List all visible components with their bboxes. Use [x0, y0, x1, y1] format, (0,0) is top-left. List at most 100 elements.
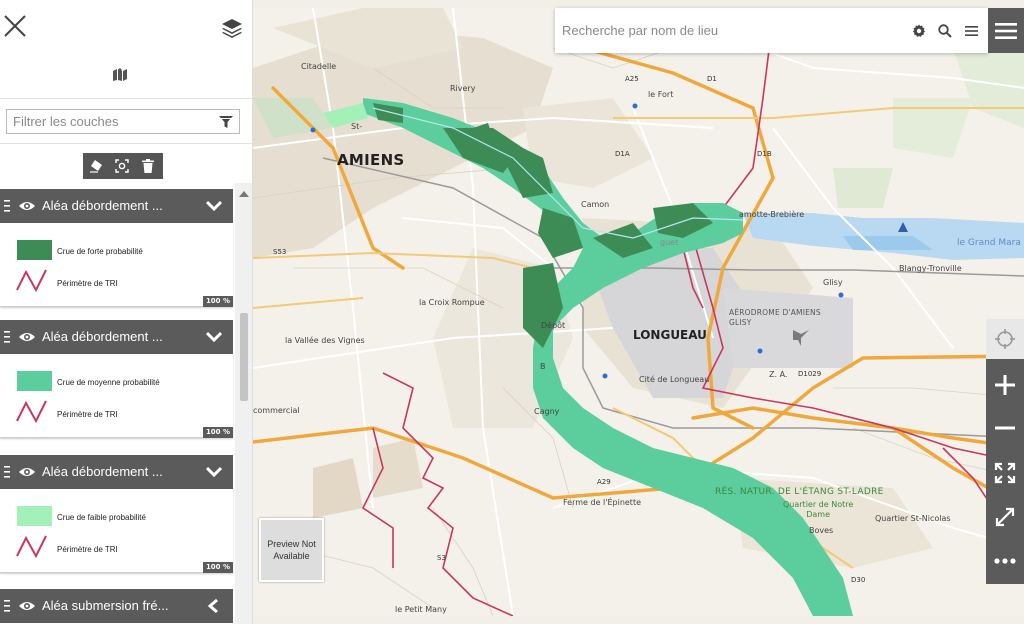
layer-actions	[83, 153, 163, 179]
legend-label: Crue de forte probabilité	[57, 247, 143, 256]
map-catalog-icon[interactable]	[113, 66, 127, 81]
label-boves: Boves	[809, 526, 834, 535]
road-label-d1b: D1B	[757, 150, 772, 158]
ellipsis-icon	[994, 558, 1016, 564]
label-le-fort: le Fort	[648, 90, 674, 99]
more-options-button[interactable]	[986, 541, 1024, 581]
legend-swatch-low	[17, 506, 52, 526]
close-icon	[4, 15, 26, 37]
opacity-badge[interactable]: 100 %	[202, 562, 233, 573]
eye-icon[interactable]	[18, 199, 36, 213]
road-label-d1a: D1A	[615, 150, 630, 158]
plus-icon	[995, 375, 1015, 395]
road-label-a25: A25	[625, 75, 639, 83]
zoom-out-button[interactable]	[986, 408, 1024, 448]
layers-icon[interactable]	[221, 17, 243, 39]
layer-list: Aléa débordement ... Crue de forte proba…	[0, 183, 235, 624]
expand-icon	[994, 462, 1016, 484]
delete-layers-button[interactable]	[135, 153, 161, 179]
legend-label: Crue de moyenne probabilité	[57, 378, 160, 387]
eraser-icon	[90, 160, 102, 173]
label-b: B	[540, 362, 546, 371]
zoom-extent-icon	[115, 159, 129, 173]
label-le-petit-many: le Petit Many	[395, 605, 447, 614]
label-quartier-notre-dame: Quartier de Notre Dame	[783, 500, 854, 519]
label-ferme-epinette: Ferme de l'Épinette	[563, 498, 641, 507]
layer-name: Aléa débordement ...	[42, 464, 163, 479]
layer-name: Aléa débordement ...	[42, 329, 163, 344]
map-toolbar	[986, 319, 1024, 584]
legend-label: Crue de faible probabilité	[57, 513, 146, 522]
label-glisy: Glisy	[823, 278, 843, 287]
search-input[interactable]	[555, 23, 906, 38]
chevron-left-icon[interactable]	[206, 599, 222, 613]
eye-icon[interactable]	[18, 465, 36, 479]
map-app: AMIENS LONGUEAU Citadelle Rivery le Fort…	[0, 0, 1024, 624]
zoom-to-layer-button[interactable]	[109, 153, 135, 179]
magnifier-icon[interactable]	[932, 18, 958, 44]
basemap-preview[interactable]: Preview Not Available	[259, 518, 324, 582]
label-depot: Dépôt	[541, 321, 566, 330]
layer-header[interactable]: Aléa submersion fré...	[0, 589, 233, 623]
label-citadelle: Citadelle	[301, 62, 337, 71]
label-amiens: AMIENS	[337, 151, 405, 169]
zoom-in-button[interactable]	[986, 365, 1024, 405]
clear-style-button[interactable]	[83, 153, 109, 179]
label-cite-de-longueau: Cité de Longueau	[639, 375, 710, 384]
gear-icon[interactable]	[906, 18, 932, 44]
chevron-down-icon[interactable]	[206, 330, 222, 344]
divider	[0, 143, 252, 144]
road-label-s3: S3	[437, 554, 446, 562]
scroll-up-arrow-icon[interactable]	[239, 191, 249, 197]
label-lamotte-brebiere: amotte-Brebière	[739, 210, 805, 219]
filter-layers-input[interactable]	[7, 114, 219, 129]
divider	[0, 98, 252, 99]
filter-icon[interactable]	[219, 115, 233, 129]
crosshair-icon	[995, 329, 1015, 349]
label-rivery: Rivery	[450, 84, 476, 93]
tri-perimeter-icon	[16, 535, 47, 558]
label-blangy-tronville: Blangy-Tronville	[899, 264, 962, 273]
label-reserve-naturelle: RÉS. NATUR. DE L'ÉTANG ST-LADRE	[715, 487, 884, 497]
label-vallee-des-vignes: la Vallée des Vignes	[285, 336, 365, 345]
drag-handle-icon[interactable]	[4, 466, 10, 478]
legend-label: Périmètre de TRI	[57, 279, 118, 288]
fullscreen-button[interactable]	[986, 453, 1024, 493]
eye-icon[interactable]	[18, 599, 36, 613]
layer-header[interactable]: Aléa débordement ...	[0, 455, 233, 489]
opacity-badge[interactable]: 100 %	[202, 427, 233, 438]
drag-handle-icon[interactable]	[4, 200, 10, 212]
label-za: Z. A.	[769, 370, 788, 379]
minus-icon	[995, 426, 1015, 430]
drag-handle-icon[interactable]	[4, 600, 10, 612]
layer-legend: Crue de forte probabilité Périmètre de T…	[0, 223, 233, 307]
road-label-d30: D30	[851, 576, 866, 584]
layer-list-scrollbar[interactable]	[235, 183, 252, 624]
eye-icon[interactable]	[18, 330, 36, 344]
hamburger-menu-button[interactable]	[988, 8, 1024, 53]
road-label-d1: D1	[707, 75, 717, 83]
opacity-badge[interactable]: 100 %	[202, 296, 233, 307]
layer-header[interactable]: Aléa débordement ...	[0, 189, 233, 223]
scrollbar-thumb[interactable]	[240, 313, 248, 401]
road-label-d1029: D1029	[798, 370, 822, 378]
chevron-down-icon[interactable]	[206, 199, 222, 213]
legend-swatch-medium	[17, 371, 52, 391]
tri-perimeter-icon	[16, 269, 47, 292]
chevron-down-icon[interactable]	[206, 465, 222, 479]
close-button[interactable]	[4, 15, 26, 37]
layer-header[interactable]: Aléa débordement ...	[0, 320, 233, 354]
layer-legend: Crue de moyenne probabilité Périmètre de…	[0, 354, 233, 438]
label-quartier-st-nicolas: Quartier St-Nicolas	[875, 514, 951, 523]
label-grand-marais: le Grand Mara	[957, 238, 1021, 248]
label-cagny: Cagny	[534, 407, 560, 416]
map-canvas[interactable]: AMIENS LONGUEAU Citadelle Rivery le Fort…	[253, 8, 1024, 616]
resize-button[interactable]	[986, 497, 1024, 537]
label-aerodrome: AÉRODROME D'AMIENS GLISY	[729, 308, 821, 327]
locate-button[interactable]	[986, 319, 1024, 359]
label-st-a: St-	[351, 122, 363, 131]
road-label-s53: S53	[273, 248, 287, 256]
list-icon[interactable]	[958, 18, 984, 44]
trash-icon	[142, 159, 154, 173]
drag-handle-icon[interactable]	[4, 331, 10, 343]
